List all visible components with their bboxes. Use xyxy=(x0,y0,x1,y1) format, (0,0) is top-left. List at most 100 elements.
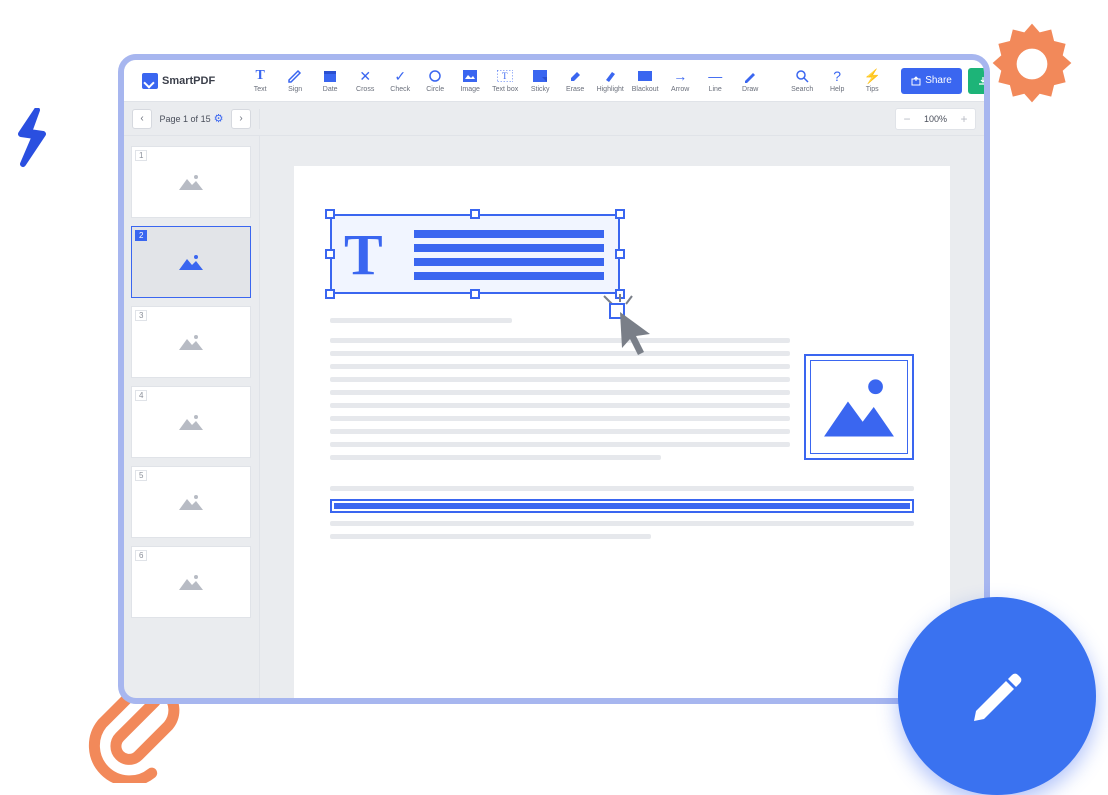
tool-tips[interactable]: ⚡Tips xyxy=(855,62,889,100)
share-icon xyxy=(911,76,921,86)
tool-check[interactable]: ✓Check xyxy=(383,62,417,100)
download-button[interactable]: Download pdf xyxy=(968,68,990,94)
sticky-icon xyxy=(532,68,548,84)
tool-text[interactable]: TText xyxy=(243,62,277,100)
text-line xyxy=(330,442,790,447)
pencil-icon xyxy=(742,68,758,84)
blackout-icon xyxy=(637,68,653,84)
thumbnail-page[interactable]: 3 xyxy=(131,306,251,378)
resize-handle[interactable] xyxy=(470,289,480,299)
cross-icon: ✕ xyxy=(357,68,373,84)
thumb-number: 3 xyxy=(135,310,147,321)
selected-line[interactable] xyxy=(330,499,914,513)
tool-group-help: Search ?Help ⚡Tips xyxy=(785,62,889,100)
gear-icon[interactable]: ⚙ xyxy=(214,112,224,125)
textbox-letter: T xyxy=(344,226,383,284)
sign-icon xyxy=(287,68,303,84)
pencil-icon xyxy=(962,661,1032,731)
zoom-out-button[interactable]: − xyxy=(896,112,918,126)
resize-handle[interactable] xyxy=(325,289,335,299)
next-page-button[interactable]: › xyxy=(231,109,251,129)
tool-group-annotate: TText Sign Date ✕Cross ✓Check Circle Ima… xyxy=(243,62,767,100)
text-line xyxy=(330,318,512,323)
text-line xyxy=(330,364,790,369)
thumb-preview-icon xyxy=(177,172,205,192)
main-area: 1 2 3 4 5 6 xyxy=(124,136,984,698)
text-bar xyxy=(414,230,604,238)
circle-icon xyxy=(427,68,443,84)
tool-textbox[interactable]: TText box xyxy=(488,62,522,100)
text-line xyxy=(330,403,790,408)
thumb-number: 2 xyxy=(135,230,147,241)
resize-handle[interactable] xyxy=(325,249,335,259)
tool-sticky[interactable]: Sticky xyxy=(523,62,557,100)
text-line xyxy=(330,455,661,460)
svg-text:T: T xyxy=(502,71,508,81)
edit-fab[interactable] xyxy=(898,597,1096,795)
text-line xyxy=(330,351,790,356)
zoom-value: 100% xyxy=(918,114,953,124)
text-icon: T xyxy=(252,68,268,84)
thumbnail-page[interactable]: 6 xyxy=(131,546,251,618)
sub-toolbar: ‹ Page 1 of 15⚙ › − 100% + xyxy=(124,102,984,136)
thumbnail-panel: 1 2 3 4 5 6 xyxy=(124,136,260,698)
resize-handle[interactable] xyxy=(615,209,625,219)
tool-arrow[interactable]: →Arrow xyxy=(663,62,697,100)
text-line xyxy=(330,429,790,434)
tool-date[interactable]: Date xyxy=(313,62,347,100)
text-bar xyxy=(414,244,604,252)
tool-erase[interactable]: Erase xyxy=(558,62,592,100)
thumb-preview-icon xyxy=(177,492,205,512)
tool-sign[interactable]: Sign xyxy=(278,62,312,100)
tool-search[interactable]: Search xyxy=(785,62,819,100)
tool-image[interactable]: Image xyxy=(453,62,487,100)
calendar-icon xyxy=(322,68,338,84)
canvas: T xyxy=(260,136,984,698)
text-bar xyxy=(414,258,604,266)
thumb-number: 1 xyxy=(135,150,147,161)
highlighter-icon xyxy=(602,68,618,84)
tool-cross[interactable]: ✕Cross xyxy=(348,62,382,100)
thumbnail-page[interactable]: 4 xyxy=(131,386,251,458)
logo-icon xyxy=(142,73,158,89)
text-line xyxy=(330,534,651,539)
resize-handle[interactable] xyxy=(615,249,625,259)
tool-highlight[interactable]: Highlight xyxy=(593,62,627,100)
app-window: SmartPDF TText Sign Date ✕Cross ✓Check C… xyxy=(118,54,990,704)
thumbnail-page[interactable]: 5 xyxy=(131,466,251,538)
page-navigator: ‹ Page 1 of 15⚙ › xyxy=(124,109,260,129)
resize-handle[interactable] xyxy=(615,289,625,299)
text-line xyxy=(330,521,914,526)
app-name: SmartPDF xyxy=(162,75,215,87)
tool-line[interactable]: —Line xyxy=(698,62,732,100)
decoration-bolt-icon xyxy=(8,108,54,168)
lightning-icon: ⚡ xyxy=(864,68,880,84)
thumb-preview-icon xyxy=(177,252,205,272)
toolbar: SmartPDF TText Sign Date ✕Cross ✓Check C… xyxy=(124,60,984,102)
textbox-element[interactable]: T xyxy=(330,214,620,294)
prev-page-button[interactable]: ‹ xyxy=(132,109,152,129)
search-icon xyxy=(794,68,810,84)
tool-draw[interactable]: Draw xyxy=(733,62,767,100)
share-button[interactable]: Share xyxy=(901,68,962,94)
text-bar xyxy=(414,272,604,280)
app-logo: SmartPDF xyxy=(132,73,225,89)
image-icon xyxy=(462,68,478,84)
thumb-preview-icon xyxy=(177,412,205,432)
image-element[interactable] xyxy=(804,354,914,460)
zoom-in-button[interactable]: + xyxy=(953,112,975,126)
line-icon: — xyxy=(707,68,723,84)
text-line xyxy=(330,390,790,395)
image-placeholder xyxy=(810,360,908,454)
thumbnail-page[interactable]: 2 xyxy=(131,226,251,298)
thumbnail-page[interactable]: 1 xyxy=(131,146,251,218)
thumb-number: 4 xyxy=(135,390,147,401)
page-indicator: Page 1 of 15⚙ xyxy=(160,112,224,125)
tool-help[interactable]: ?Help xyxy=(820,62,854,100)
tool-circle[interactable]: Circle xyxy=(418,62,452,100)
tool-blackout[interactable]: Blackout xyxy=(628,62,662,100)
document-page[interactable]: T xyxy=(294,166,950,698)
text-line xyxy=(330,416,790,421)
resize-handle[interactable] xyxy=(470,209,480,219)
resize-handle[interactable] xyxy=(325,209,335,219)
